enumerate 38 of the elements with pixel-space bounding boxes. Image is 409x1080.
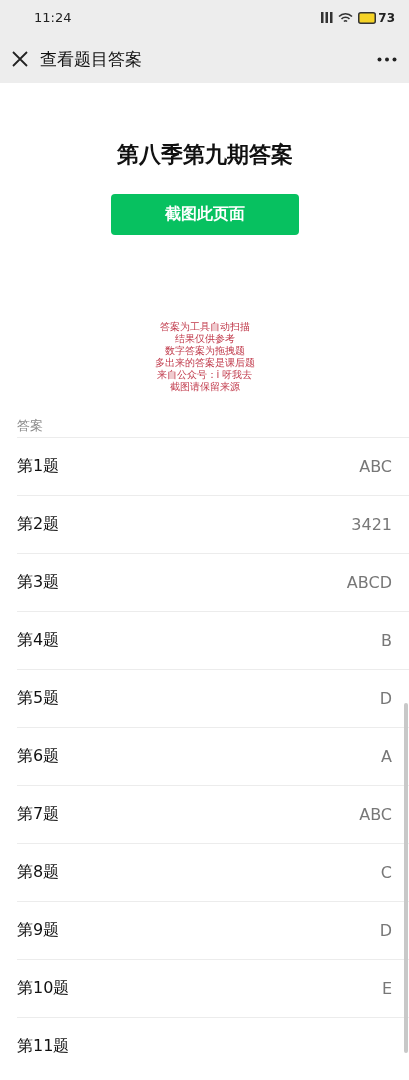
- notice-line: 来自公众号：i 呀我去: [156, 369, 253, 381]
- question-label: 第7题: [17, 804, 60, 825]
- question-label: 第5题: [17, 688, 60, 709]
- notice-line: 数字答案为拖拽题: [164, 345, 245, 357]
- notice-line: 多出来的答案是课后题: [154, 357, 255, 369]
- question-label: 第6题: [17, 746, 60, 767]
- answer-value: 3421: [351, 515, 392, 534]
- signal-icon: [321, 12, 334, 23]
- wifi-icon: [338, 11, 354, 24]
- answer-value: D: [379, 689, 392, 708]
- answer-value: E: [381, 979, 392, 998]
- question-label: 第11题: [17, 1036, 70, 1057]
- heading: 第八季第九期答案: [116, 141, 293, 169]
- notice-line: 答案为工具自动扫描: [159, 321, 250, 333]
- answer-value: B: [381, 631, 392, 650]
- question-label: 第8题: [17, 862, 60, 883]
- question-label: 第1题: [17, 456, 60, 477]
- more-icon[interactable]: [377, 56, 397, 62]
- close-icon[interactable]: [12, 51, 28, 67]
- answer-value: ABCD: [346, 573, 392, 592]
- answer-value: A: [381, 747, 392, 766]
- answer-value: ABC: [359, 457, 392, 476]
- question-label: 第10题: [17, 978, 70, 999]
- battery-level: 73: [378, 10, 395, 25]
- answer-value: C: [380, 863, 392, 882]
- section-label: 答案: [16, 417, 44, 435]
- question-label: 第3题: [17, 572, 60, 593]
- answer-value: D: [379, 921, 392, 940]
- question-label: 第9题: [17, 920, 60, 941]
- battery-icon: [358, 11, 377, 24]
- screenshot-button[interactable]: 截图此页面: [110, 194, 299, 235]
- page-title: 查看题目答案: [40, 47, 143, 71]
- question-label: 第4题: [17, 630, 60, 651]
- status-time: 11:24: [34, 10, 72, 25]
- notice-line: 截图请保留来源: [169, 381, 240, 393]
- question-label: 第2题: [17, 514, 60, 535]
- answer-value: ABC: [359, 805, 392, 824]
- notice-line: 结果仅供参考: [174, 333, 235, 345]
